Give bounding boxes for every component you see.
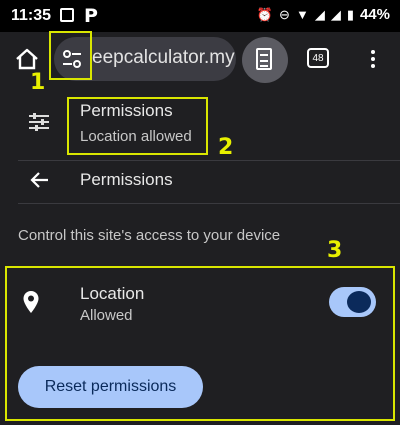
signal-icon: ◢ (314, 6, 325, 22)
tab-count: 48 (312, 52, 324, 64)
wifi-icon: ▼ (295, 7, 309, 22)
location-pin-icon (22, 290, 40, 319)
gallery-notification-icon (60, 8, 74, 22)
home-button[interactable] (14, 46, 40, 72)
status-icons: ⏰ ⊖ ▼ ◢ ◢ ▮ 44% (257, 6, 390, 23)
tune-settings-icon (29, 113, 49, 136)
more-menu-button[interactable] (366, 48, 380, 70)
annotation-number-2: 2 (218, 135, 234, 160)
signal2-icon: ◢ (330, 6, 341, 22)
tab-switcher-button[interactable]: 48 (307, 48, 329, 68)
document-icon (256, 48, 272, 70)
reset-permissions-button[interactable]: Reset permissions (18, 366, 203, 408)
permissions-page-title: Permissions (80, 170, 173, 189)
location-permission-status: Allowed (80, 307, 133, 324)
alarm-icon: ⏰ (256, 6, 274, 22)
home-icon (16, 48, 38, 70)
toggle-knob (347, 291, 371, 313)
divider (18, 160, 400, 161)
dnd-icon: ⊖ (279, 6, 290, 22)
back-button[interactable] (28, 168, 52, 192)
permissions-description: Control this site's access to your devic… (18, 227, 281, 244)
annotation-number-3: 3 (327, 238, 343, 263)
battery-percent: 44% (359, 6, 390, 23)
arrow-back-icon (30, 172, 48, 188)
location-permission-label: Location (80, 284, 145, 303)
battery-icon: ▮ (346, 6, 354, 22)
more-vert-icon (371, 50, 375, 68)
divider (18, 203, 400, 204)
status-time: 11:35 (11, 7, 52, 24)
p-app-notification-icon: P (84, 5, 98, 27)
annotation-box-2 (67, 97, 208, 155)
url-text[interactable]: eepcalculator.my (92, 47, 235, 69)
annotation-box-1 (49, 31, 92, 80)
